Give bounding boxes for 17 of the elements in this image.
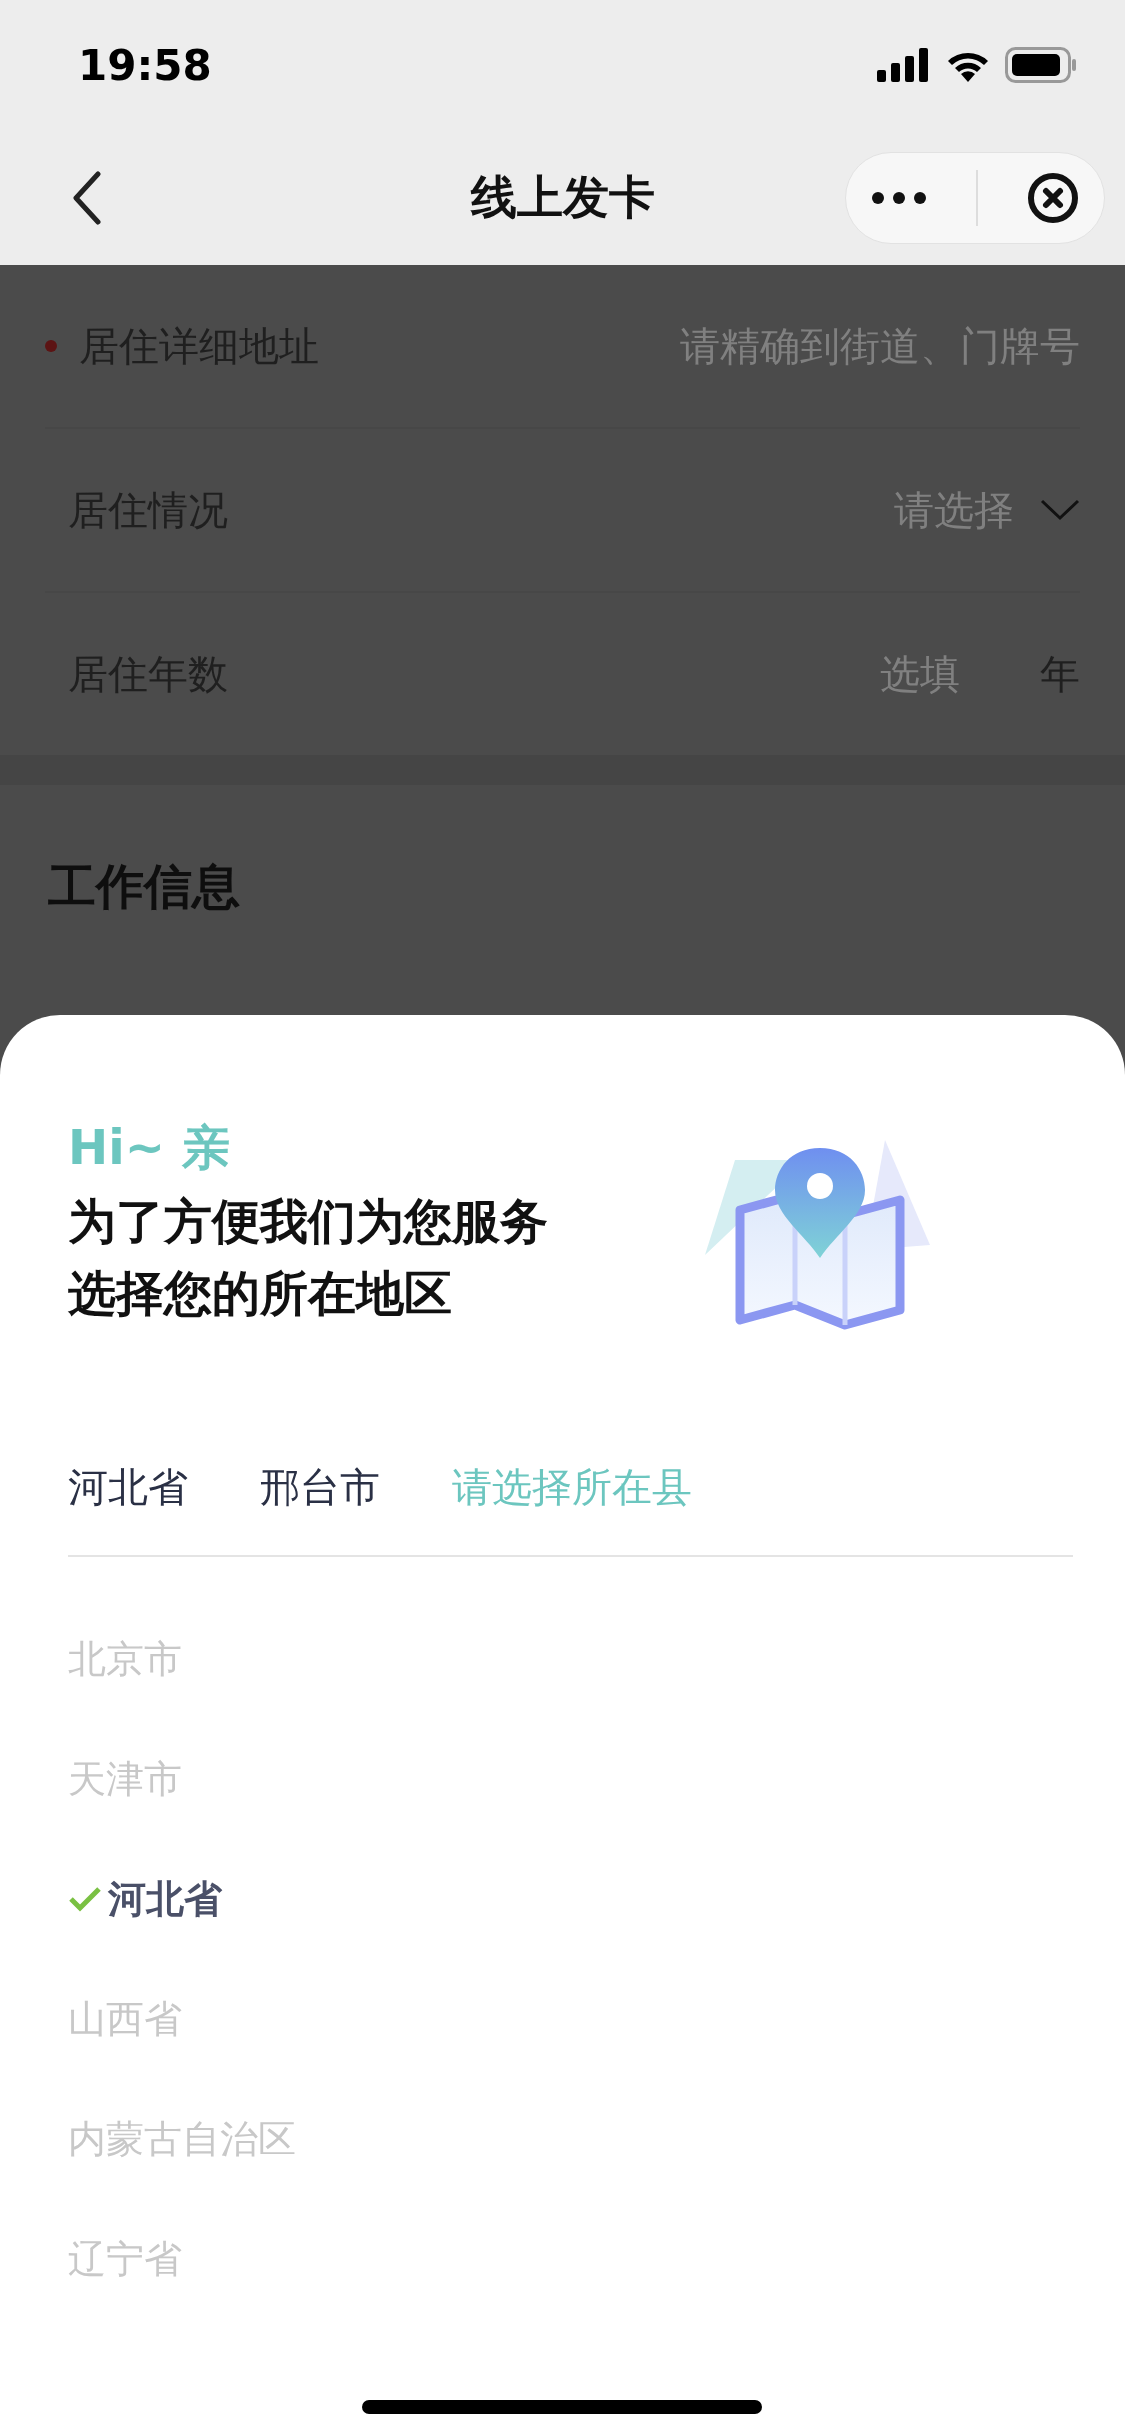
close-icon[interactable]: [1027, 171, 1080, 224]
sheet-title: 选择您的所在地区: [68, 1264, 453, 1323]
signal-icon: [877, 48, 931, 82]
page-title: 线上发卡: [469, 168, 656, 226]
chevron-down-icon: [1040, 499, 1080, 521]
region-tab[interactable]: 请选择所在县: [452, 1460, 692, 1515]
more-icon[interactable]: [870, 190, 927, 205]
region-tab[interactable]: 河北省: [68, 1460, 188, 1515]
status-time: 19:58: [78, 40, 212, 90]
section-title: 工作信息: [48, 858, 240, 914]
check-icon: [68, 1885, 102, 1913]
back-icon[interactable]: [72, 170, 102, 225]
region-option[interactable]: 河北省: [108, 1873, 222, 1925]
region-tab[interactable]: 邢台市: [260, 1460, 380, 1515]
greeting: Hi~ 亲: [68, 1118, 231, 1177]
battery-icon: [1005, 47, 1077, 83]
sheet-title: 为了方便我们为您服务: [68, 1192, 548, 1251]
